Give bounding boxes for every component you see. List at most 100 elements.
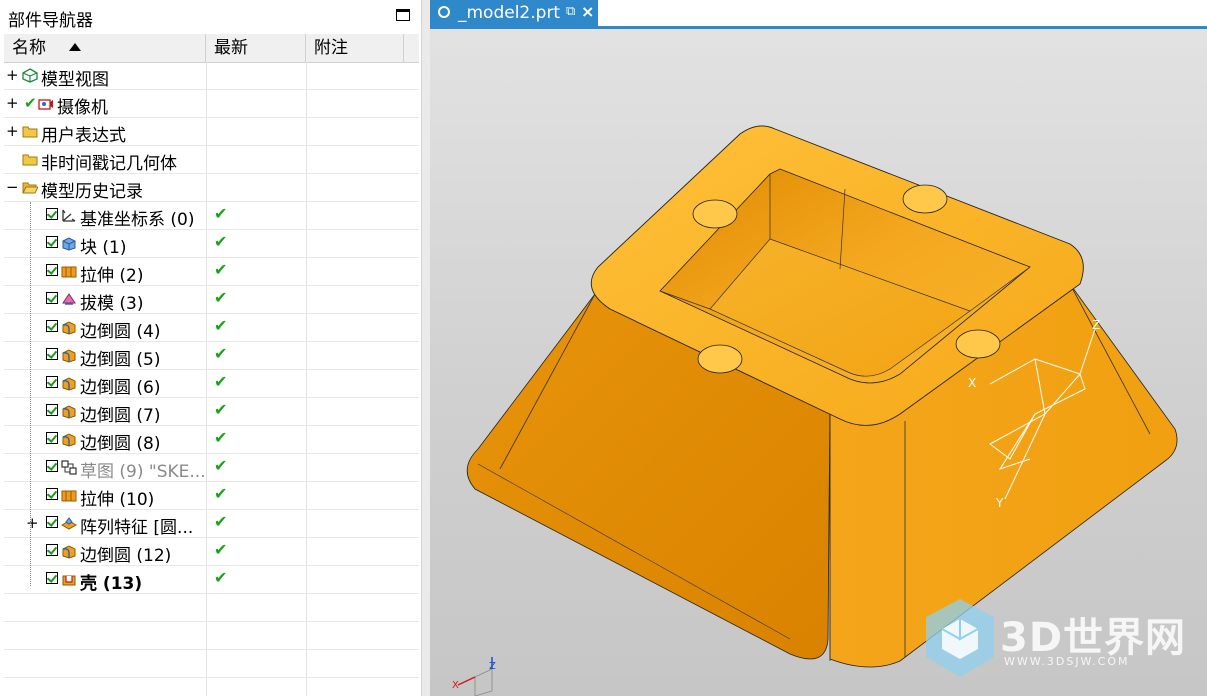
empty-cell <box>206 678 307 696</box>
tree-node[interactable]: 边倒圆 (4) ✔ <box>4 314 419 342</box>
feature-checkbox[interactable] <box>46 208 58 220</box>
tree-node-note-cell <box>306 566 419 593</box>
tree-node[interactable]: 边倒圆 (8) ✔ <box>4 426 419 454</box>
tree-node-name-cell[interactable]: 拉伸 (2) <box>4 258 207 286</box>
tree-node[interactable]: 拔模 (3) ✔ <box>4 286 419 314</box>
tree-node-name-cell[interactable]: 边倒圆 (7) <box>4 398 207 426</box>
tree-node-latest-cell: ✔ <box>206 286 307 313</box>
tree-node-name-cell[interactable]: + 模型视图 <box>4 62 207 90</box>
tree-node[interactable]: 非时间戳记几何体 <box>4 146 419 174</box>
part-navigator-panel: 部件导航器 名称 最新 附注 + 模型视图 + ✔ 摄像机 + 用户表达式 非时间戳记几何体 −… <box>0 0 422 696</box>
tree-node[interactable]: 草图 (9) "SKE... ✔ <box>4 454 419 482</box>
feature-checkbox[interactable] <box>46 292 58 304</box>
feature-checkbox[interactable] <box>46 572 58 584</box>
expand-icon[interactable]: + <box>6 96 19 111</box>
undock-icon[interactable]: ⧉ <box>566 4 575 19</box>
tree-node-label: 摄像机 <box>57 98 108 118</box>
tab-model2[interactable]: _model2.prt ⧉ × <box>430 0 598 26</box>
tree-node-name-cell[interactable]: 边倒圆 (5) <box>4 342 207 370</box>
tree-node-name-cell[interactable]: + ✔ 摄像机 <box>4 90 207 118</box>
column-header-note[interactable]: 附注 <box>306 34 404 62</box>
tree-node[interactable]: 边倒圆 (6) ✔ <box>4 370 419 398</box>
edge-blend-icon <box>61 348 77 363</box>
sketch-icon <box>61 460 77 475</box>
tree-node[interactable]: + 用户表达式 <box>4 118 419 146</box>
graphics-viewport[interactable]: Z X Y Z X 3D世界网 WWW.3DSJW.COM <box>430 29 1207 696</box>
tree-node[interactable]: 拉伸 (2) ✔ <box>4 258 419 286</box>
tree-node[interactable]: 基准坐标系 (0) ✔ <box>4 202 419 230</box>
tree-node-latest-cell: ✔ <box>206 342 307 369</box>
close-tab-icon[interactable]: × <box>581 2 594 21</box>
feature-checkbox[interactable] <box>46 264 58 276</box>
tree-node[interactable]: 拉伸 (10) ✔ <box>4 482 419 510</box>
tree-node-name-cell[interactable]: + 用户表达式 <box>4 118 207 146</box>
tree-node[interactable]: 边倒圆 (12) ✔ <box>4 538 419 566</box>
tree-node-name-cell[interactable]: 边倒圆 (6) <box>4 370 207 398</box>
expand-icon[interactable]: + <box>6 124 19 139</box>
tree-node-latest-cell: ✔ <box>206 230 307 257</box>
edge-blend-icon <box>61 320 77 335</box>
tree-node-name-cell[interactable]: 非时间戳记几何体 <box>4 146 207 174</box>
tree-node-name-cell[interactable]: 边倒圆 (8) <box>4 426 207 454</box>
tree-node-name-cell[interactable]: 壳 (13) <box>4 566 207 594</box>
column-note-label: 附注 <box>314 38 348 58</box>
collapse-icon[interactable]: − <box>6 180 19 195</box>
tree-node-latest-cell: ✔ <box>206 398 307 425</box>
tree-node[interactable]: 块 (1) ✔ <box>4 230 419 258</box>
csys-label-x: X <box>968 376 976 390</box>
column-header-latest[interactable]: 最新 <box>206 34 306 62</box>
feature-checkbox[interactable] <box>46 432 58 444</box>
tree-node-name-cell[interactable]: 拔模 (3) <box>4 286 207 314</box>
tree-node-latest-cell: ✔ <box>206 370 307 397</box>
tree-node-name-cell[interactable]: 边倒圆 (12) <box>4 538 207 566</box>
empty-cell <box>4 622 207 649</box>
tree-node-name-cell[interactable]: 块 (1) <box>4 230 207 258</box>
tree-node-note-cell <box>306 202 419 229</box>
feature-checkbox[interactable] <box>46 236 58 248</box>
tree-node[interactable]: 边倒圆 (7) ✔ <box>4 398 419 426</box>
column-header-name[interactable]: 名称 <box>4 34 206 62</box>
feature-checkbox[interactable] <box>46 516 58 528</box>
tree-node-label: 块 (1) <box>80 238 127 258</box>
tree-node[interactable]: + 阵列特征 [圆... ✔ <box>4 510 419 538</box>
tree-node[interactable]: 壳 (13) ✔ <box>4 566 419 594</box>
shell-icon <box>61 572 77 587</box>
feature-checkbox[interactable] <box>46 320 58 332</box>
feature-checkbox[interactable] <box>46 376 58 388</box>
tree-node-name-cell[interactable]: 边倒圆 (4) <box>4 314 207 342</box>
tree-connector-line <box>30 202 31 586</box>
watermark-cube-icon <box>926 599 994 677</box>
expand-icon[interactable]: + <box>26 516 39 531</box>
panel-splitter[interactable] <box>422 0 430 696</box>
camera-icon <box>38 96 54 111</box>
up-to-date-check-icon: ✔ <box>214 456 228 475</box>
feature-checkbox[interactable] <box>46 488 58 500</box>
model-scene: Z X Y Z X <box>452 125 1178 696</box>
part-file-icon <box>438 6 450 18</box>
tree-node[interactable]: 边倒圆 (5) ✔ <box>4 342 419 370</box>
up-to-date-check-icon: ✔ <box>214 316 228 335</box>
feature-checkbox[interactable] <box>46 544 58 556</box>
tree-node[interactable]: + 模型视图 <box>4 62 419 90</box>
tree-node-label: 边倒圆 (7) <box>80 406 161 426</box>
view-triad-icon: Z X <box>452 657 496 696</box>
tree-node-note-cell <box>306 314 419 341</box>
tree-node-name-cell[interactable]: 拉伸 (10) <box>4 482 207 510</box>
tree-node-note-cell <box>306 286 419 313</box>
tree-node-note-cell <box>306 370 419 397</box>
up-to-date-check-icon: ✔ <box>214 204 228 223</box>
feature-checkbox[interactable] <box>46 404 58 416</box>
expand-icon[interactable]: + <box>6 68 19 83</box>
visibility-check-icon[interactable]: ✔ <box>24 94 37 112</box>
csys-label-z: Z <box>1092 318 1100 332</box>
tree-node-name-cell[interactable]: + 阵列特征 [圆... <box>4 510 207 538</box>
up-to-date-check-icon: ✔ <box>214 428 228 447</box>
tree-node[interactable]: + ✔ 摄像机 <box>4 90 419 118</box>
maximize-icon[interactable] <box>396 9 410 21</box>
feature-checkbox[interactable] <box>46 460 58 472</box>
tree-node-name-cell[interactable]: 基准坐标系 (0) <box>4 202 207 230</box>
tree-node-name-cell[interactable]: − 模型历史记录 <box>4 174 207 202</box>
tree-node-name-cell[interactable]: 草图 (9) "SKE... <box>4 454 207 482</box>
feature-checkbox[interactable] <box>46 348 58 360</box>
tree-node[interactable]: − 模型历史记录 <box>4 174 419 202</box>
